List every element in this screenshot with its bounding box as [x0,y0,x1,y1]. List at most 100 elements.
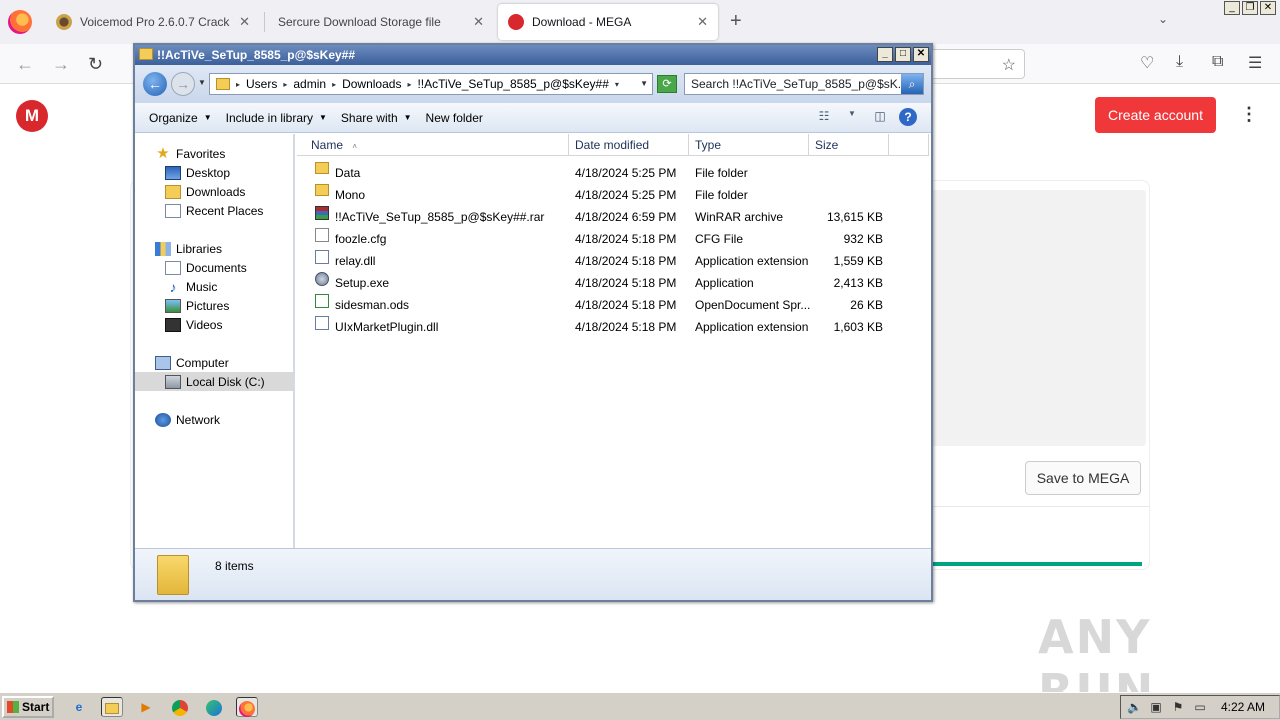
nav-computer[interactable]: Computer [135,353,293,372]
table-row[interactable]: Setup.exe 4/18/2024 5:18 PM Application … [297,272,931,294]
edge-icon[interactable] [203,697,225,717]
organize-button[interactable]: Organize ▼ [149,111,222,125]
view-options-icon[interactable]: ☷ [815,109,833,125]
refresh-icon[interactable]: ⟳ [657,75,677,93]
desktop-icon [165,165,181,180]
table-row[interactable]: foozle.cfg 4/18/2024 5:18 PM CFG File 93… [297,228,931,250]
address-dropdown-icon[interactable]: ▼ [640,79,648,88]
tab-mega[interactable]: Download - MEGA ✕ [498,4,718,40]
downloads-icon[interactable]: ⤓ [1176,53,1183,71]
breadcrumb-chevron-icon[interactable]: ▸ [407,80,411,89]
explorer-title-bar[interactable]: !!AcTiVe_SeTup_8585_p@$sKey## _ □ ✕ [135,45,931,65]
reload-icon[interactable]: ↻ [88,54,103,75]
forward-arrow-icon[interactable]: → [171,72,195,96]
nav-documents[interactable]: Documents [135,258,293,277]
breadcrumb-current-folder[interactable]: !!AcTiVe_SeTup_8585_p@$sKey## [417,77,608,91]
close-icon[interactable]: ✕ [473,14,484,30]
help-icon[interactable]: ? [899,108,917,126]
new-folder-button[interactable]: New folder [426,111,493,125]
tab-secure-download[interactable]: Sercure Download Storage file ✕ [268,4,494,40]
column-header-date[interactable]: Date modified [569,134,689,156]
back-arrow-icon[interactable]: ← [16,54,34,75]
breadcrumb-downloads[interactable]: Downloads [342,77,401,91]
nav-downloads[interactable]: Downloads [135,182,293,201]
bookmark-star-icon[interactable]: ☆ [1002,55,1016,75]
preview-pane-icon[interactable]: ◫ [871,109,889,125]
table-row[interactable]: sidesman.ods 4/18/2024 5:18 PM OpenDocum… [297,294,931,316]
power-icon[interactable]: ▭ [1193,700,1207,714]
explorer-taskbar-button[interactable] [101,697,123,717]
tab-list-chevron-icon[interactable]: ⌄ [1158,12,1168,26]
table-row[interactable]: !!AcTiVe_SeTup_8585_p@$sKey##.rar 4/18/2… [297,206,931,228]
breadcrumb-users[interactable]: Users [246,77,277,91]
nav-network[interactable]: Network [135,410,293,429]
breadcrumb-chevron-icon[interactable]: ▾ [615,80,619,89]
breadcrumb-chevron-icon[interactable]: ▸ [236,80,240,89]
column-header-size[interactable]: Size [809,134,889,156]
extensions-icon[interactable]: ⧉ [1212,53,1223,71]
menu-icon[interactable]: ☰ [1248,53,1262,73]
clock[interactable]: 4:22 AM [1221,700,1279,714]
tab-voicemod[interactable]: Voicemod Pro 2.6.0.7 Crack With L ✕ [46,4,260,40]
url-bar[interactable]: ☆ [925,49,1025,79]
include-in-library-button[interactable]: Include in library ▼ [226,111,337,125]
recent-pages-chevron-icon[interactable]: ▼ [198,78,206,87]
nav-desktop[interactable]: Desktop [135,163,293,182]
nav-libraries[interactable]: Libraries [135,239,293,258]
table-row[interactable]: Data 4/18/2024 5:25 PM File folder [297,162,931,184]
search-icon[interactable]: ⌕ [901,74,923,94]
network-tray-icon[interactable]: ▣ [1149,700,1163,714]
file-type: File folder [695,188,748,202]
back-arrow-icon[interactable]: ← [143,72,167,96]
close-icon[interactable]: ✕ [239,14,250,30]
media-player-icon[interactable]: ▶ [135,697,157,717]
firefox-taskbar-button[interactable] [236,697,258,717]
table-row[interactable]: Mono 4/18/2024 5:25 PM File folder [297,184,931,206]
tab-divider [264,12,265,32]
nav-videos[interactable]: Videos [135,315,293,334]
nav-label: Computer [176,355,229,370]
breadcrumb-chevron-icon[interactable]: ▸ [283,80,287,89]
action-center-flag-icon[interactable]: ⚑ [1171,700,1185,714]
new-tab-button[interactable]: + [730,10,742,33]
search-input[interactable]: Search !!AcTiVe_SeTup_8585_p@$sK... ⌕ [684,73,924,95]
dll-icon [315,316,329,330]
address-bar[interactable]: ▸ Users ▸ admin ▸ Downloads ▸ !!AcTiVe_S… [209,73,653,95]
close-window-button[interactable]: ✕ [1260,1,1276,15]
breadcrumb-admin[interactable]: admin [293,77,326,91]
forward-arrow-icon[interactable]: → [52,54,70,75]
table-row[interactable]: relay.dll 4/18/2024 5:18 PM Application … [297,250,931,272]
minimize-button[interactable]: _ [877,47,893,62]
create-account-button[interactable]: Create account [1095,97,1216,133]
table-row[interactable]: UIxMarketPlugin.dll 4/18/2024 5:18 PM Ap… [297,316,931,338]
start-label: Start [22,700,50,714]
downloads-folder-icon [165,184,181,199]
nav-local-disk[interactable]: Local Disk (C:) [135,372,293,391]
breadcrumb-chevron-icon[interactable]: ▸ [332,80,336,89]
more-options-icon[interactable]: ⋮ [1240,104,1258,125]
nav-label: Desktop [186,165,231,180]
internet-explorer-icon[interactable]: e [68,697,90,717]
pocket-icon[interactable]: ♡ [1140,53,1154,73]
close-window-button[interactable]: ✕ [913,47,929,62]
nav-recent-places[interactable]: Recent Places [135,201,293,220]
restore-button[interactable]: ❐ [1242,1,1258,15]
nav-favorites[interactable]: ★ Favorites [135,144,293,163]
close-icon[interactable]: ✕ [697,14,708,30]
volume-icon[interactable]: 🔈 [1127,700,1142,714]
column-header-type[interactable]: Type [689,134,809,156]
start-button[interactable]: Start [2,696,54,718]
minimize-button[interactable]: _ [1224,1,1240,15]
chrome-icon[interactable] [169,697,191,717]
mega-logo[interactable]: M [16,100,48,132]
firefox-icon[interactable] [8,10,32,34]
nav-pictures[interactable]: Pictures [135,296,293,315]
nav-music[interactable]: ♪ Music [135,277,293,296]
command-bar: Organize ▼ Include in library ▼ Share with… [135,103,931,133]
maximize-button[interactable]: □ [895,47,911,62]
column-header-extra[interactable] [889,134,929,156]
share-with-button[interactable]: Share with ▼ [341,111,422,125]
column-header-name[interactable]: Name ˄ [297,134,569,156]
save-to-mega-button[interactable]: Save to MEGA [1025,461,1141,495]
chevron-down-icon[interactable]: ▼ [843,109,861,125]
